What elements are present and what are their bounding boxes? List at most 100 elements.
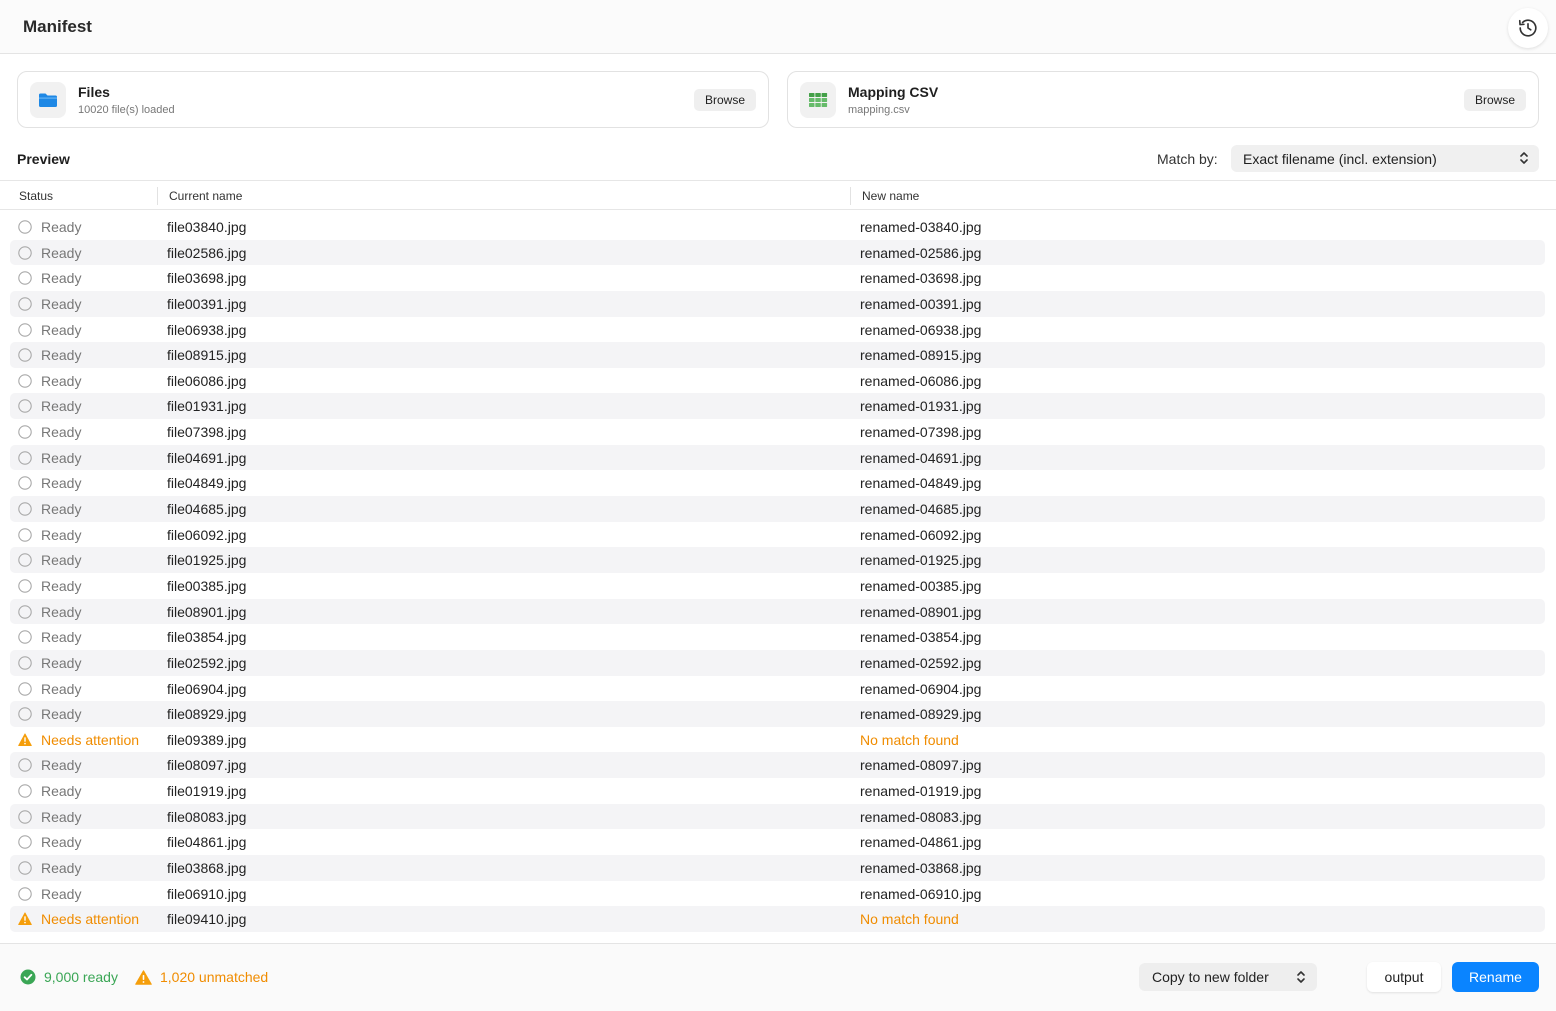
table-row[interactable]: Ready file01925.jpg renamed-01925.jpg [10, 547, 1545, 573]
row-current-name: file01925.jpg [167, 552, 247, 569]
row-new-name: renamed-01931.jpg [860, 398, 982, 415]
warning-icon [135, 969, 152, 985]
row-new-name: renamed-08915.jpg [860, 347, 982, 364]
table-row[interactable]: Ready file04849.jpg renamed-04849.jpg [10, 470, 1545, 496]
table-row[interactable]: Ready file04691.jpg renamed-04691.jpg [10, 444, 1545, 471]
table-row[interactable]: Ready file02586.jpg renamed-02586.jpg [10, 239, 1545, 266]
row-status-text: Ready [41, 449, 82, 466]
table-row[interactable]: Ready file00391.jpg renamed-00391.jpg [10, 290, 1545, 317]
table-row[interactable]: Ready file01919.jpg renamed-01919.jpg [10, 778, 1545, 804]
chevron-updown-icon [1297, 971, 1305, 983]
files-card-icon [30, 82, 66, 118]
row-new-name: renamed-08929.jpg [860, 706, 982, 723]
row-status-text: Needs attention [41, 731, 140, 748]
warning-icon [18, 733, 32, 746]
row-status-text: Ready [41, 680, 82, 697]
empty-circle-icon [18, 348, 32, 362]
row-status-text: Ready [41, 885, 82, 902]
history-icon [1518, 19, 1537, 37]
column-header-new-name[interactable]: New name [862, 189, 919, 203]
table-row[interactable]: Ready file03854.jpg renamed-03854.jpg [10, 624, 1545, 650]
footer-bar: 9,000 ready 1,020 unmatched Copy to new … [0, 943, 1556, 1011]
row-status-text: Ready [41, 321, 82, 338]
match-by-select[interactable]: Exact filename (incl. extension) [1231, 145, 1539, 172]
table-row[interactable]: Needs attention file09410.jpg No match fou… [10, 906, 1545, 932]
table-row[interactable]: Ready file03868.jpg renamed-03868.jpg [10, 855, 1545, 881]
row-current-name: file04685.jpg [167, 501, 247, 518]
table-row[interactable]: Ready file03698.jpg renamed-03698.jpg [10, 265, 1545, 291]
table-row[interactable]: Ready file06910.jpg renamed-06910.jpg [10, 881, 1545, 907]
row-status: Ready [18, 833, 81, 851]
unmatched-count: 1,020 unmatched [160, 969, 269, 985]
empty-circle-icon [18, 630, 32, 644]
output-mode-select[interactable]: Copy to new folder [1139, 963, 1317, 991]
empty-circle-icon [18, 502, 32, 516]
row-new-name: renamed-06904.jpg [860, 680, 982, 697]
column-divider[interactable] [850, 187, 851, 205]
app-window: Manifest Files 10020 file(s) loaded Brow… [0, 0, 1556, 1011]
empty-circle-icon [18, 681, 32, 696]
table-row[interactable]: Ready file04685.jpg renamed-04685.jpg [10, 496, 1545, 522]
row-status-text: Ready [41, 424, 82, 441]
row-new-name: renamed-01919.jpg [860, 783, 982, 800]
row-new-name: renamed-01925.jpg [860, 552, 982, 569]
table-header: Status Current name New name [0, 180, 1556, 210]
table-row[interactable]: Ready file06938.jpg renamed-06938.jpg [10, 317, 1545, 343]
row-new-name: renamed-04685.jpg [860, 501, 982, 518]
table-row[interactable]: Ready file02592.jpg renamed-02592.jpg [10, 649, 1545, 676]
mapping-browse-button[interactable]: Browse [1463, 89, 1526, 111]
row-status: Needs attention [18, 910, 139, 928]
unmatched-summary: 1,020 unmatched [135, 969, 268, 985]
row-new-name: No match found [860, 911, 959, 928]
row-status-text: Ready [41, 706, 82, 723]
table-row[interactable]: Ready file00385.jpg renamed-00385.jpg [10, 573, 1545, 599]
row-current-name: file02586.jpg [167, 244, 247, 261]
row-current-name: file09410.jpg [167, 911, 247, 928]
row-status: Ready [18, 756, 81, 774]
row-status-text: Ready [41, 552, 82, 569]
table-row[interactable]: Ready file08915.jpg renamed-08915.jpg [10, 342, 1545, 368]
table-row[interactable]: Ready file06904.jpg renamed-06904.jpg [10, 676, 1545, 702]
match-by-value: Exact filename (incl. extension) [1243, 151, 1437, 167]
row-current-name: file06092.jpg [167, 526, 247, 543]
column-divider[interactable] [157, 187, 158, 205]
table-row[interactable]: Ready file04861.jpg renamed-04861.jpg [10, 829, 1545, 855]
preview-table-body: Ready file03840.jpg renamed-03840.jpg Ready… [10, 214, 1545, 932]
spreadsheet-icon [809, 93, 828, 107]
table-row[interactable]: Ready file08929.jpg renamed-08929.jpg [10, 701, 1545, 727]
row-status-text: Ready [41, 603, 82, 620]
table-row[interactable]: Ready file01931.jpg renamed-01931.jpg [10, 393, 1545, 420]
row-status: Ready [18, 372, 81, 390]
row-new-name: renamed-02592.jpg [860, 654, 982, 671]
table-row[interactable]: Ready file03840.jpg renamed-03840.jpg [10, 214, 1545, 240]
row-status: Ready [18, 628, 81, 646]
table-row[interactable]: Ready file07398.jpg renamed-07398.jpg [10, 419, 1545, 445]
column-header-status[interactable]: Status [19, 189, 53, 203]
output-folder-button[interactable]: output [1367, 962, 1441, 992]
table-row[interactable]: Ready file08083.jpg renamed-08083.jpg [10, 803, 1545, 830]
row-new-name: renamed-03868.jpg [860, 860, 982, 877]
mapping-card: Mapping CSV mapping.csv Browse [787, 71, 1539, 128]
empty-circle-icon [18, 553, 32, 568]
row-current-name: file02592.jpg [167, 654, 247, 671]
empty-circle-icon [18, 656, 32, 670]
row-status: Ready [18, 218, 81, 236]
row-new-name: renamed-06910.jpg [860, 885, 982, 902]
row-status-text: Ready [41, 295, 82, 312]
table-row[interactable]: Ready file08097.jpg renamed-08097.jpg [10, 752, 1545, 779]
column-header-current-name[interactable]: Current name [169, 189, 242, 203]
history-button[interactable] [1508, 8, 1548, 48]
table-row[interactable]: Ready file06086.jpg renamed-06086.jpg [10, 368, 1545, 394]
table-row[interactable]: Ready file06092.jpg renamed-06092.jpg [10, 522, 1545, 548]
files-browse-button[interactable]: Browse [693, 89, 756, 111]
row-status-text: Ready [41, 219, 82, 235]
mapping-card-subtitle: mapping.csv [848, 104, 910, 116]
table-row[interactable]: Ready file08901.jpg renamed-08901.jpg [10, 598, 1545, 625]
table-row[interactable]: Needs attention file09389.jpg No match fou… [10, 727, 1545, 753]
row-status-text: Ready [41, 372, 82, 389]
empty-circle-icon [18, 271, 32, 286]
rename-button[interactable]: Rename [1452, 962, 1539, 992]
empty-circle-icon [18, 809, 32, 824]
row-current-name: file04691.jpg [167, 449, 247, 466]
row-new-name: renamed-04691.jpg [860, 449, 982, 466]
